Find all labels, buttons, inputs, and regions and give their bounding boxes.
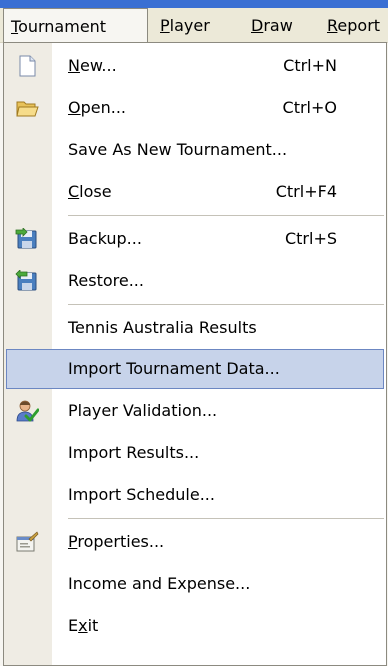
menu-separator [68,518,384,519]
menu-item-properties[interactable]: Properties... [4,522,386,562]
new-document-icon [19,55,36,77]
menu-item-exit[interactable]: Exit [4,606,386,646]
application-window: Tournament Player Draw Report New... Ctr… [0,0,388,666]
backup-disk-icon [15,228,37,249]
menu-item-import-results[interactable]: Import Results... [4,433,386,473]
menu-item-player-validation[interactable]: Player Validation... [4,391,386,431]
menu-tournament[interactable]: Tournament [3,8,148,44]
menu-item-restore[interactable]: Restore... [4,261,386,301]
menu-item-new[interactable]: New... Ctrl+N [4,46,386,86]
menu-item-save-as-new-tournament[interactable]: Save As New Tournament... [4,130,386,170]
menu-separator [68,304,384,305]
menu-item-import-tournament-data[interactable]: Import Tournament Data... [6,349,384,389]
restore-disk-icon [15,270,37,291]
menu-report[interactable]: Report [327,8,380,43]
menu-draw[interactable]: Draw [251,8,293,43]
menu-bar: Tournament Player Draw Report [0,8,388,44]
menu-separator [68,215,384,216]
shortcut-label: Ctrl+F4 [275,182,337,201]
menu-player[interactable]: Player [160,8,210,43]
open-folder-icon [16,101,39,117]
properties-icon [16,531,39,552]
shortcut-label: Ctrl+O [282,98,337,117]
menu-item-open[interactable]: Open... Ctrl+O [4,88,386,128]
menu-item-import-schedule[interactable]: Import Schedule... [4,475,386,515]
menu-item-income-and-expense[interactable]: Income and Expense... [4,564,386,604]
menu-item-tennis-australia-results[interactable]: Tennis Australia Results [4,308,386,348]
menu-item-backup[interactable]: Backup... Ctrl+S [4,219,386,259]
shortcut-label: Ctrl+N [283,56,337,75]
window-title-strip [0,0,388,8]
player-check-icon [16,400,39,422]
tournament-dropdown-menu: New... Ctrl+N Open... Ctrl+O Save As New… [3,42,387,666]
menu-item-close[interactable]: Close Ctrl+F4 [4,172,386,212]
shortcut-label: Ctrl+S [284,229,337,248]
